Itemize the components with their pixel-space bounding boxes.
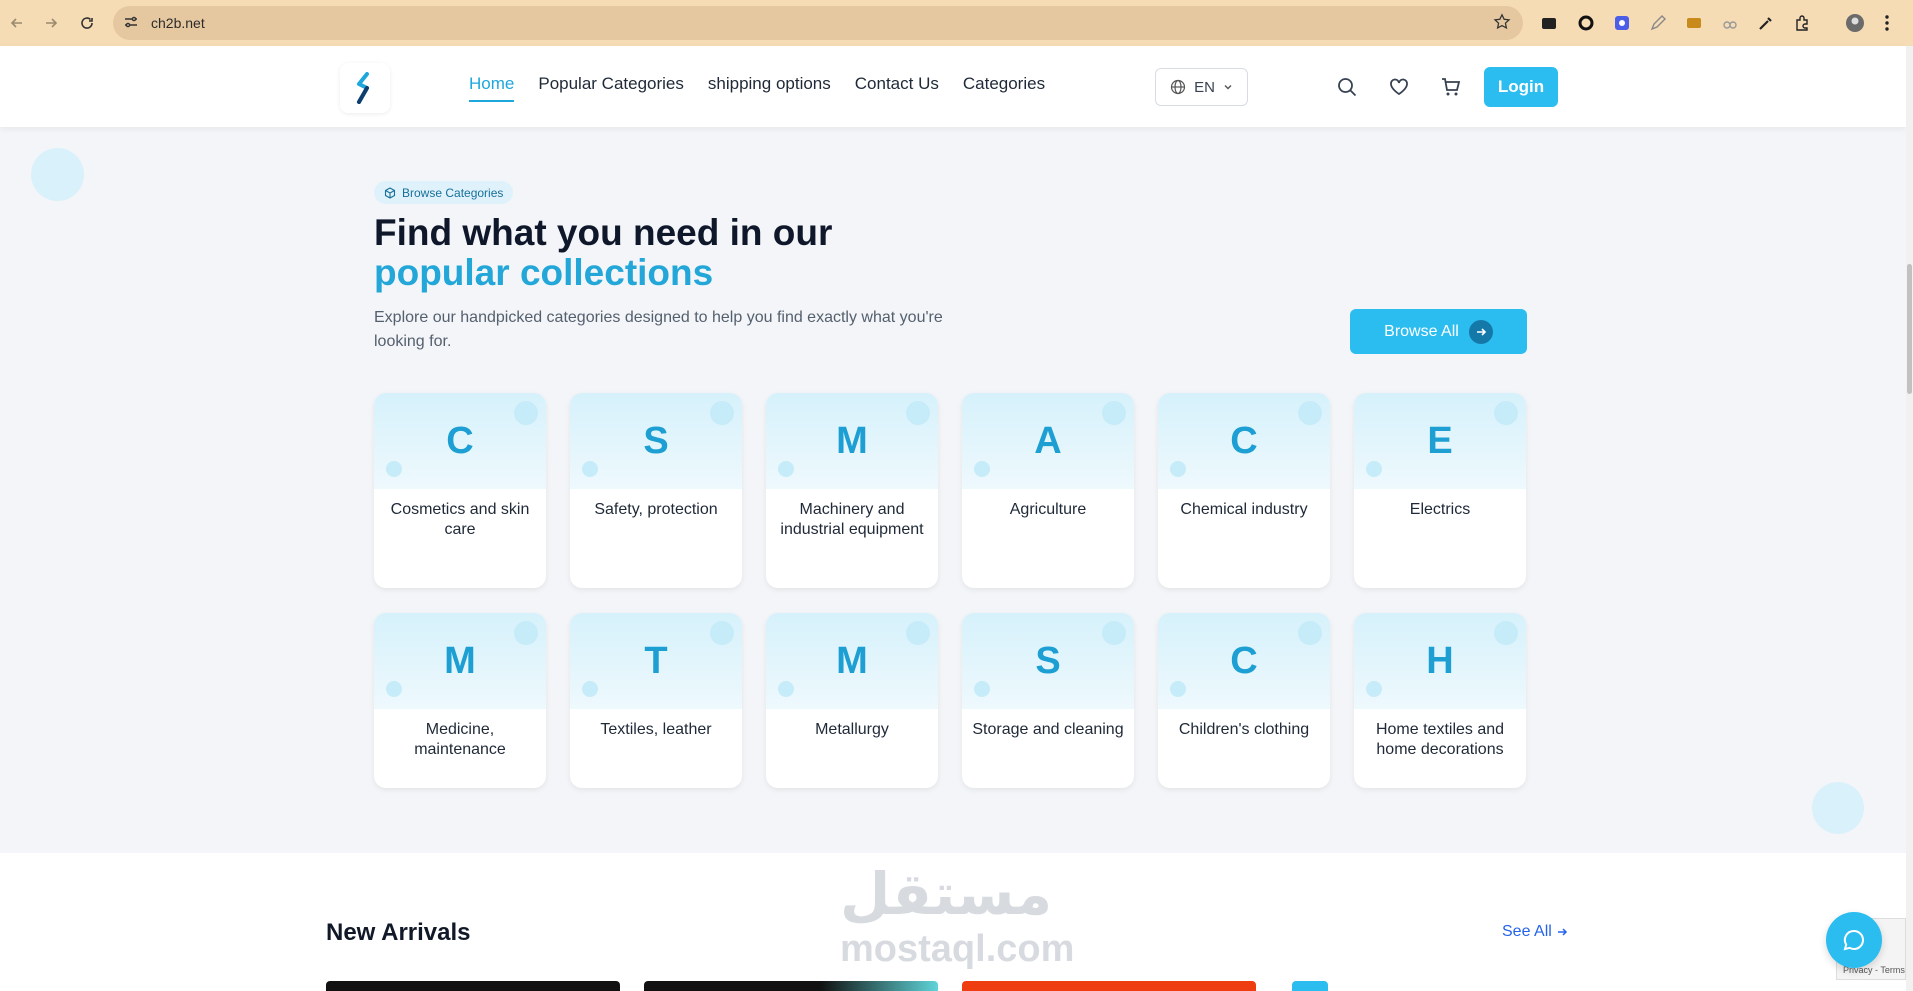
category-name: Home textiles and home decorations (1375, 721, 1505, 758)
category-name: Children's clothing (1178, 721, 1310, 738)
address-bar[interactable]: ch2b.net (113, 6, 1523, 40)
category-card[interactable]: T Textiles, leather (570, 613, 742, 788)
browse-categories-badge: Browse Categories (374, 181, 514, 204)
browse-all-button[interactable]: Browse All (1350, 309, 1527, 354)
product-card[interactable] (962, 981, 1256, 991)
category-initial: S (643, 419, 669, 462)
cart-icon[interactable] (1440, 76, 1464, 100)
bookmark-star-icon[interactable] (1493, 13, 1511, 36)
watermark-latin: mostaql.com (840, 928, 1075, 970)
nav-categories[interactable]: Categories (963, 74, 1045, 102)
category-name: Chemical industry (1180, 501, 1308, 518)
browser-menu-icon[interactable] (1876, 12, 1898, 34)
chat-bubble-icon (1843, 929, 1864, 951)
eyedropper-extension-icon[interactable] (1755, 12, 1777, 34)
login-button[interactable]: Login (1484, 67, 1558, 107)
category-name: Medicine, maintenance (414, 721, 506, 758)
arrow-right-icon (1557, 928, 1567, 936)
badge-label: Browse Categories (402, 185, 504, 200)
see-all-label: See All (1502, 923, 1552, 940)
category-card[interactable]: E Electrics (1354, 393, 1526, 588)
section-description: Explore our handpicked categories design… (374, 309, 943, 350)
category-name: Safety, protection (594, 501, 718, 518)
decorative-bubble (1812, 782, 1864, 834)
category-name: Cosmetics and skin care (390, 501, 530, 538)
category-initial: H (1426, 639, 1454, 682)
sync-extension-icon[interactable] (1575, 12, 1597, 34)
nav-shipping-options[interactable]: shipping options (708, 74, 831, 102)
heart-icon[interactable] (1388, 76, 1412, 100)
extensions-puzzle-icon[interactable] (1791, 12, 1813, 34)
category-initial: T (644, 639, 668, 682)
category-card[interactable]: C Children's clothing (1158, 613, 1330, 788)
browse-all-label: Browse All (1384, 322, 1459, 340)
product-card[interactable] (326, 981, 620, 991)
language-selector[interactable]: EN (1155, 68, 1248, 106)
product-card[interactable] (644, 981, 938, 991)
category-card[interactable]: M Metallurgy (766, 613, 938, 788)
category-name: Agriculture (1009, 501, 1087, 518)
reload-icon[interactable] (74, 10, 100, 36)
category-initial: C (1230, 639, 1258, 682)
nav-popular-categories[interactable]: Popular Categories (538, 74, 684, 102)
category-initial: C (446, 419, 474, 462)
arrow-right-icon (1468, 319, 1493, 344)
category-initial: C (1230, 419, 1258, 462)
forward-icon[interactable] (38, 10, 64, 36)
category-name: Machinery and industrial equipment (780, 501, 924, 538)
category-initial: M (836, 419, 868, 462)
category-initial: E (1427, 419, 1453, 462)
cube-icon (384, 187, 396, 199)
category-card[interactable]: C Chemical industry (1158, 393, 1330, 588)
category-name: Storage and cleaning (972, 721, 1124, 738)
language-label: EN (1194, 78, 1215, 96)
nav-home[interactable]: Home (469, 74, 515, 102)
page-scrollbar[interactable] (1906, 46, 1913, 991)
category-name: Textiles, leather (600, 721, 712, 738)
category-initial: M (836, 639, 868, 682)
nav-contact-us[interactable]: Contact Us (855, 74, 939, 102)
main-nav: Home Popular Categories shipping options… (469, 74, 1045, 102)
extension-icon[interactable] (1538, 12, 1560, 34)
category-card[interactable]: M Medicine, maintenance (374, 613, 546, 788)
product-card[interactable] (1292, 981, 1328, 991)
category-initial: M (444, 639, 476, 682)
category-name: Metallurgy (815, 721, 889, 738)
site-logo[interactable] (340, 63, 390, 113)
extension-icon[interactable] (1719, 12, 1741, 34)
category-card[interactable]: S Storage and cleaning (962, 613, 1134, 788)
category-initial: S (1035, 639, 1061, 682)
category-card[interactable]: A Agriculture (962, 393, 1134, 588)
category-card[interactable]: S Safety, protection (570, 393, 742, 588)
category-card[interactable]: C Cosmetics and skin care (374, 393, 546, 588)
site-header: Home Popular Categories shipping options… (0, 46, 1906, 127)
page-title-highlight: popular collections (374, 252, 714, 293)
browser-chrome: ch2b.net (0, 0, 1913, 46)
chevron-down-icon (1224, 85, 1232, 90)
category-initial: A (1034, 419, 1062, 462)
page-title: Find what you need in our (374, 212, 833, 253)
watermark-arabic: مستقل (840, 860, 1053, 928)
back-icon[interactable] (4, 10, 30, 36)
globe-icon (1170, 79, 1186, 95)
new-arrivals-title: New Arrivals (326, 919, 471, 946)
decorative-bubble (31, 148, 84, 201)
edit-extension-icon[interactable] (1647, 12, 1669, 34)
category-name: Electrics (1409, 501, 1471, 518)
url-text: ch2b.net (151, 15, 205, 31)
category-card[interactable]: H Home textiles and home decorations (1354, 613, 1526, 788)
category-card[interactable]: M Machinery and industrial equipment (766, 393, 938, 588)
site-info-icon[interactable] (123, 14, 139, 35)
scrollbar-thumb[interactable] (1907, 264, 1912, 394)
profile-avatar[interactable] (1844, 12, 1866, 34)
see-all-link[interactable]: See All (1502, 923, 1568, 941)
extension-icon[interactable] (1683, 12, 1705, 34)
extension-icon[interactable] (1611, 12, 1633, 34)
search-icon[interactable] (1336, 76, 1360, 100)
chat-button[interactable] (1826, 912, 1882, 968)
